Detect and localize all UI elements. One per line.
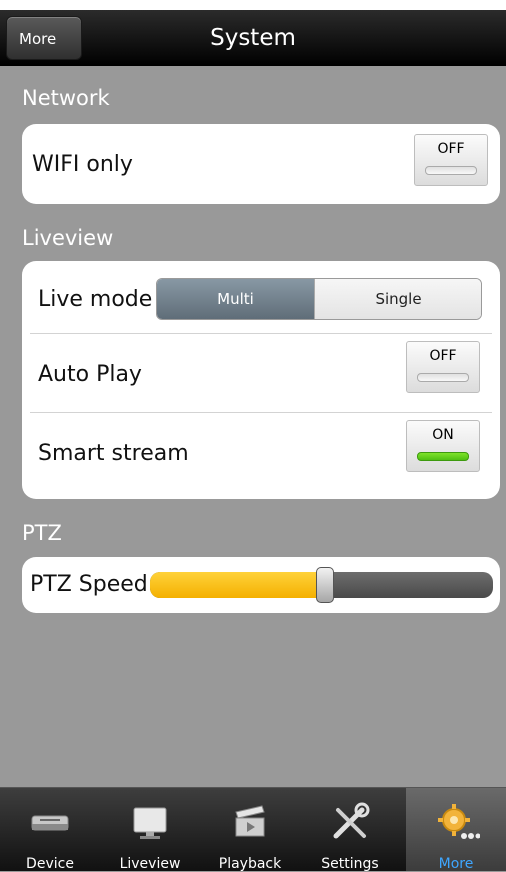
auto-play-toggle-state: OFF [429, 348, 457, 364]
ptz-speed-label: PTZ Speed [30, 572, 148, 597]
section-network-label: Network [22, 86, 110, 110]
row-divider [30, 412, 492, 413]
wifi-only-toggle-state: OFF [437, 141, 465, 157]
device-icon [31, 815, 69, 831]
toggle-indicator [425, 166, 477, 175]
smart-stream-toggle[interactable]: ON [406, 420, 480, 472]
section-ptz-label: PTZ [22, 521, 62, 545]
section-liveview-label: Liveview [22, 226, 114, 250]
bottom-tab-bar: Device Liveview Playback Settings More [0, 787, 506, 872]
gear-more-icon [438, 804, 480, 839]
more-back-button[interactable]: More [6, 16, 82, 60]
tab-more[interactable]: More [406, 788, 506, 872]
tab-liveview[interactable]: Liveview [100, 788, 200, 872]
title-bar: System More [0, 10, 506, 66]
monitor-icon [133, 807, 167, 839]
tab-playback[interactable]: Playback [200, 788, 300, 872]
live-mode-option-single[interactable]: Single [314, 279, 481, 319]
auto-play-toggle[interactable]: OFF [406, 341, 480, 393]
toggle-indicator [417, 373, 469, 382]
live-mode-label: Live mode [38, 287, 153, 312]
tools-icon [333, 802, 370, 839]
auto-play-label: Auto Play [38, 362, 142, 387]
tab-settings[interactable]: Settings [300, 788, 400, 872]
row-divider [30, 333, 492, 334]
clapperboard-icon [235, 805, 265, 837]
live-mode-segmented-control: Multi Single [156, 278, 482, 320]
tab-device[interactable]: Device [0, 788, 100, 872]
ptz-speed-slider-thumb[interactable] [315, 567, 334, 603]
ptz-card: PTZ Speed [22, 557, 500, 613]
wifi-only-label: WIFI only [32, 152, 133, 177]
live-mode-option-multi[interactable]: Multi [157, 279, 314, 319]
smart-stream-toggle-state: ON [432, 427, 454, 443]
ptz-speed-slider-fill [150, 572, 325, 598]
network-card: WIFI only OFF [22, 124, 500, 204]
status-bar [0, 0, 506, 10]
toggle-indicator [417, 452, 469, 461]
wifi-only-toggle[interactable]: OFF [414, 134, 488, 186]
smart-stream-label: Smart stream [38, 441, 189, 466]
liveview-card: Live mode Multi Single Auto Play OFF Sma… [22, 261, 500, 499]
